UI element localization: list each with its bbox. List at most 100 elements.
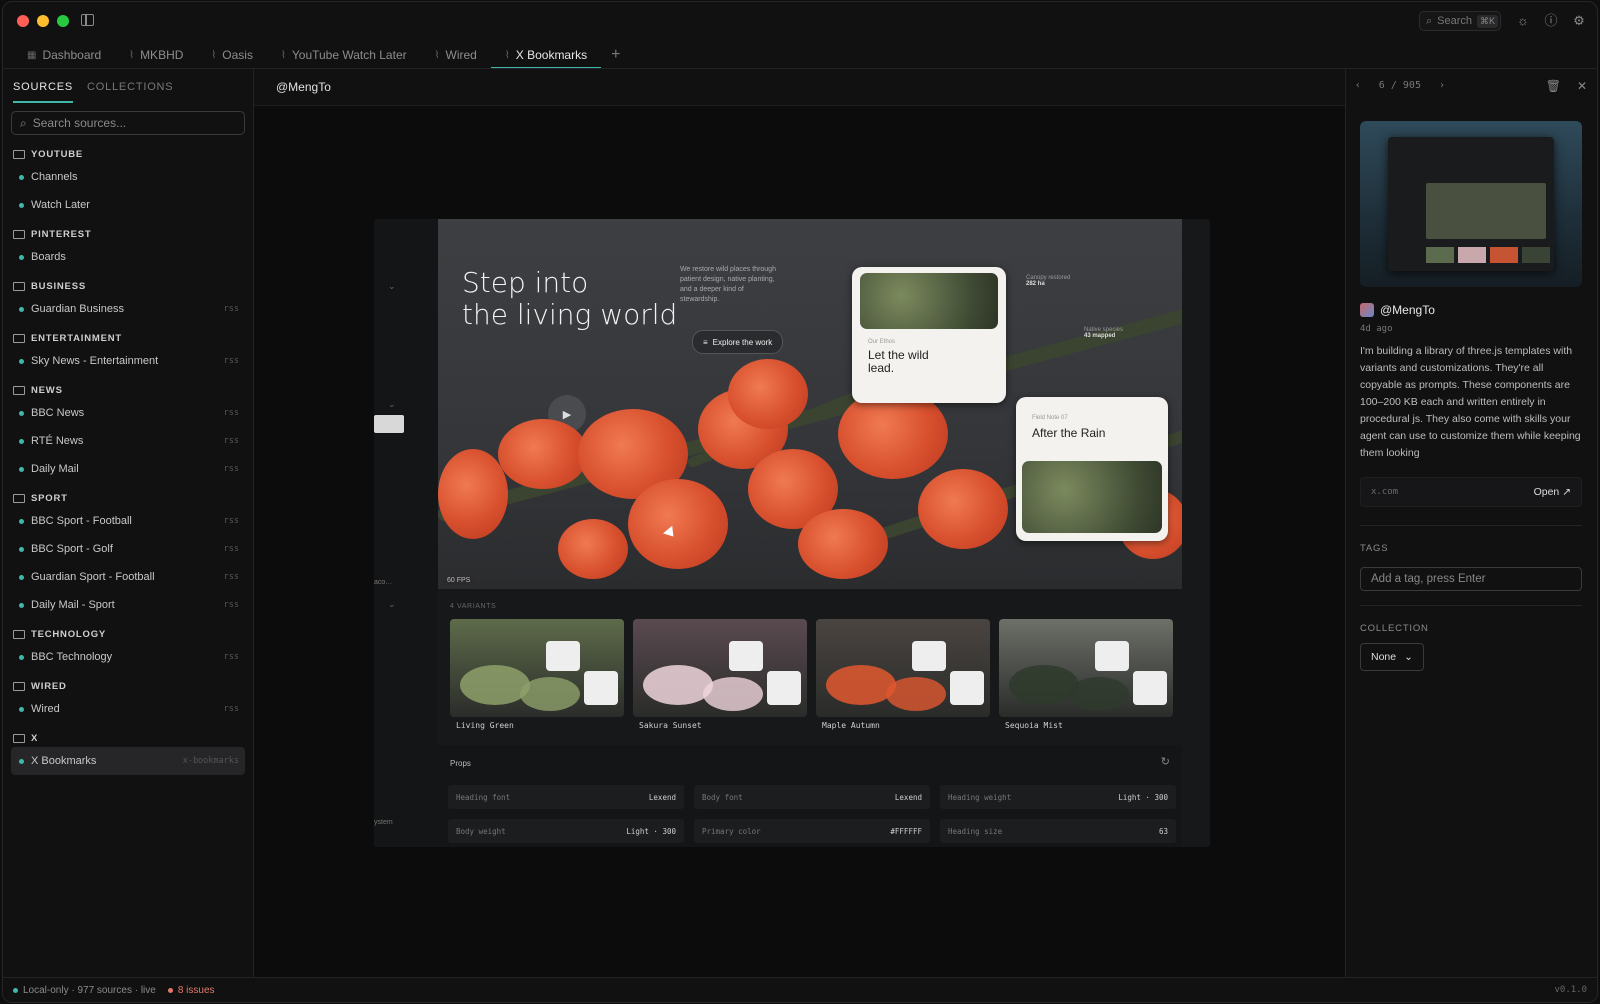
close-icon[interactable]: ✕ xyxy=(1577,79,1587,93)
variant-card xyxy=(1095,641,1129,671)
theme-toggle-icon[interactable]: ☼ xyxy=(1515,13,1531,29)
sidebar-item-wired[interactable]: Wired rss xyxy=(3,695,253,723)
add-tab-button[interactable]: + xyxy=(601,46,630,64)
sidebar-item-bbc-news[interactable]: BBC News rss xyxy=(3,399,253,427)
collection-select[interactable]: None ⌄ xyxy=(1360,643,1424,671)
group-wired[interactable]: WIRED xyxy=(3,677,253,695)
variant-name: Living Green xyxy=(456,721,514,730)
sidebar-item-daily-mail-sport[interactable]: Daily Mail - Sport rss xyxy=(3,591,253,619)
tab-sources[interactable]: SOURCES xyxy=(13,77,73,103)
external-link-icon: ↗ xyxy=(1562,486,1571,498)
tab-dashboard[interactable]: ▦ Dashboard xyxy=(13,42,115,68)
minimize-window-button[interactable] xyxy=(37,15,49,27)
group-youtube[interactable]: YOUTUBE xyxy=(3,145,253,163)
preview-thumbnail[interactable] xyxy=(1360,121,1582,287)
sidebar-item-label: RTÉ News xyxy=(31,435,84,447)
settings-gear-icon[interactable]: ⚙ xyxy=(1571,13,1587,29)
variant-card xyxy=(546,641,580,671)
variant-name: Sequoia Mist xyxy=(1005,721,1063,730)
group-technology[interactable]: TECHNOLOGY xyxy=(3,625,253,643)
tab-oasis[interactable]: ⌇ Oasis xyxy=(197,42,267,68)
variant-name: Sakura Sunset xyxy=(639,721,702,730)
rail-label: ystem xyxy=(374,819,393,826)
prop-value: Light · 300 xyxy=(1118,792,1168,802)
tab-label: YouTube Watch Later xyxy=(291,48,407,62)
group-label: BUSINESS xyxy=(31,280,86,292)
status-dot xyxy=(19,254,24,260)
status-dot xyxy=(19,706,24,712)
close-window-button[interactable] xyxy=(17,15,29,27)
group-business[interactable]: BUSINESS xyxy=(3,277,253,295)
card-image xyxy=(1022,461,1162,533)
tab-collections[interactable]: COLLECTIONS xyxy=(87,77,173,97)
tab-youtube-watch-later[interactable]: ⌇ YouTube Watch Later xyxy=(267,42,421,68)
global-search-button[interactable]: ⌕ Search ⌘K xyxy=(1419,11,1501,31)
chevron-left-icon[interactable]: ‹ xyxy=(1355,80,1361,91)
sidebar-item-boards[interactable]: Boards xyxy=(3,243,253,271)
media-preview[interactable]: ⌄ ⌄ aco… ⌄ ystem Step into the living wo… xyxy=(374,219,1210,847)
group-sport[interactable]: SPORT xyxy=(3,489,253,507)
main-viewer: @MengTo ⌄ ⌄ aco… ⌄ ystem Step into the l… xyxy=(254,69,1345,978)
sidebar-item-daily-mail[interactable]: Daily Mail rss xyxy=(3,455,253,483)
group-pinterest[interactable]: PINTEREST xyxy=(3,225,253,243)
group-x[interactable]: X xyxy=(3,729,253,747)
thumbnail-variant xyxy=(1426,247,1454,263)
prop-key: Heading size xyxy=(948,826,1003,836)
zoom-window-button[interactable] xyxy=(57,15,69,27)
props-title: Props xyxy=(450,759,471,768)
rss-icon: ⌇ xyxy=(280,49,286,61)
sidebar-item-guardian-sport-football[interactable]: Guardian Sport - Football rss xyxy=(3,563,253,591)
hero-title: Step into the living world xyxy=(462,267,677,331)
sidebar-item-channels[interactable]: Channels xyxy=(3,163,253,191)
source-search-input[interactable]: ⌕ Search sources... xyxy=(11,111,245,135)
tab-mkbhd[interactable]: ⌇ MKBHD xyxy=(115,42,197,68)
sidebar-toggle-icon[interactable] xyxy=(81,14,94,26)
foliage xyxy=(918,469,1008,549)
sidebar-item-sky-news-entertainment[interactable]: Sky News - Entertainment rss xyxy=(3,347,253,375)
prop-field: Heading font Lexend xyxy=(448,785,684,809)
field-note-card: Field Note 07 After the Rain xyxy=(1016,397,1168,541)
open-link-button[interactable]: Open ↗ xyxy=(1534,486,1571,498)
search-icon: ⌕ xyxy=(1426,14,1433,27)
trash-icon[interactable]: 🗑 xyxy=(1546,79,1561,93)
pager-readout: 6 / 905 xyxy=(1379,80,1421,91)
chevron-right-icon[interactable]: › xyxy=(1439,80,1445,91)
issues-indicator[interactable]: 8 issues xyxy=(167,985,215,996)
prop-field: Body font Lexend xyxy=(694,785,930,809)
sidebar-item-label: Boards xyxy=(31,251,66,263)
prop-key: Heading weight xyxy=(948,792,1012,802)
sidebar-item-bbc-sport-golf[interactable]: BBC Sport - Golf rss xyxy=(3,535,253,563)
sidebar-item-bbc-sport-football[interactable]: BBC Sport - Football rss xyxy=(3,507,253,535)
chevron-down-icon: ⌄ xyxy=(388,399,396,409)
sidebar-item-guardian-business[interactable]: Guardian Business rss xyxy=(3,295,253,323)
group-news[interactable]: NEWS xyxy=(3,381,253,399)
pager-separator: / xyxy=(1390,80,1397,91)
status-dot xyxy=(19,306,24,312)
source-type-badge: rss xyxy=(223,304,239,314)
prop-value: 63 xyxy=(1158,826,1168,836)
pager-total: 905 xyxy=(1402,80,1421,91)
search-icon: ⌕ xyxy=(20,115,27,130)
tag-input[interactable]: Add a tag, press Enter xyxy=(1360,567,1582,591)
variant-card xyxy=(729,641,763,671)
group-entertainment[interactable]: ENTERTAINMENT xyxy=(3,329,253,347)
sidebar-item-rt-news[interactable]: RTÉ News rss xyxy=(3,427,253,455)
variant-card xyxy=(950,671,984,705)
help-icon[interactable]: ⓘ xyxy=(1543,13,1559,29)
sidebar-item-watch-later[interactable]: Watch Later xyxy=(3,191,253,219)
hero-title-line: Step into xyxy=(462,266,589,299)
sidebar-item-x-bookmarks[interactable]: X Bookmarks x-bookmarks xyxy=(11,747,245,775)
variant-foliage xyxy=(886,677,946,711)
tab-x-bookmarks[interactable]: ⌇ X Bookmarks xyxy=(490,42,602,69)
tags-label: TAGS xyxy=(1360,543,1389,554)
card-kicker: Our Ethos xyxy=(868,339,896,345)
sidebar-item-bbc-technology[interactable]: BBC Technology rss xyxy=(3,643,253,671)
variant-thumbnail xyxy=(633,619,807,717)
explore-label: Explore the work xyxy=(712,337,773,347)
group-label: YOUTUBE xyxy=(31,148,84,160)
folder-icon xyxy=(13,385,25,395)
card-kicker: Field Note 07 xyxy=(1032,415,1068,421)
thumbnail-window xyxy=(1388,137,1554,271)
tab-wired[interactable]: ⌇ Wired xyxy=(421,42,491,68)
status-dot xyxy=(19,758,24,764)
